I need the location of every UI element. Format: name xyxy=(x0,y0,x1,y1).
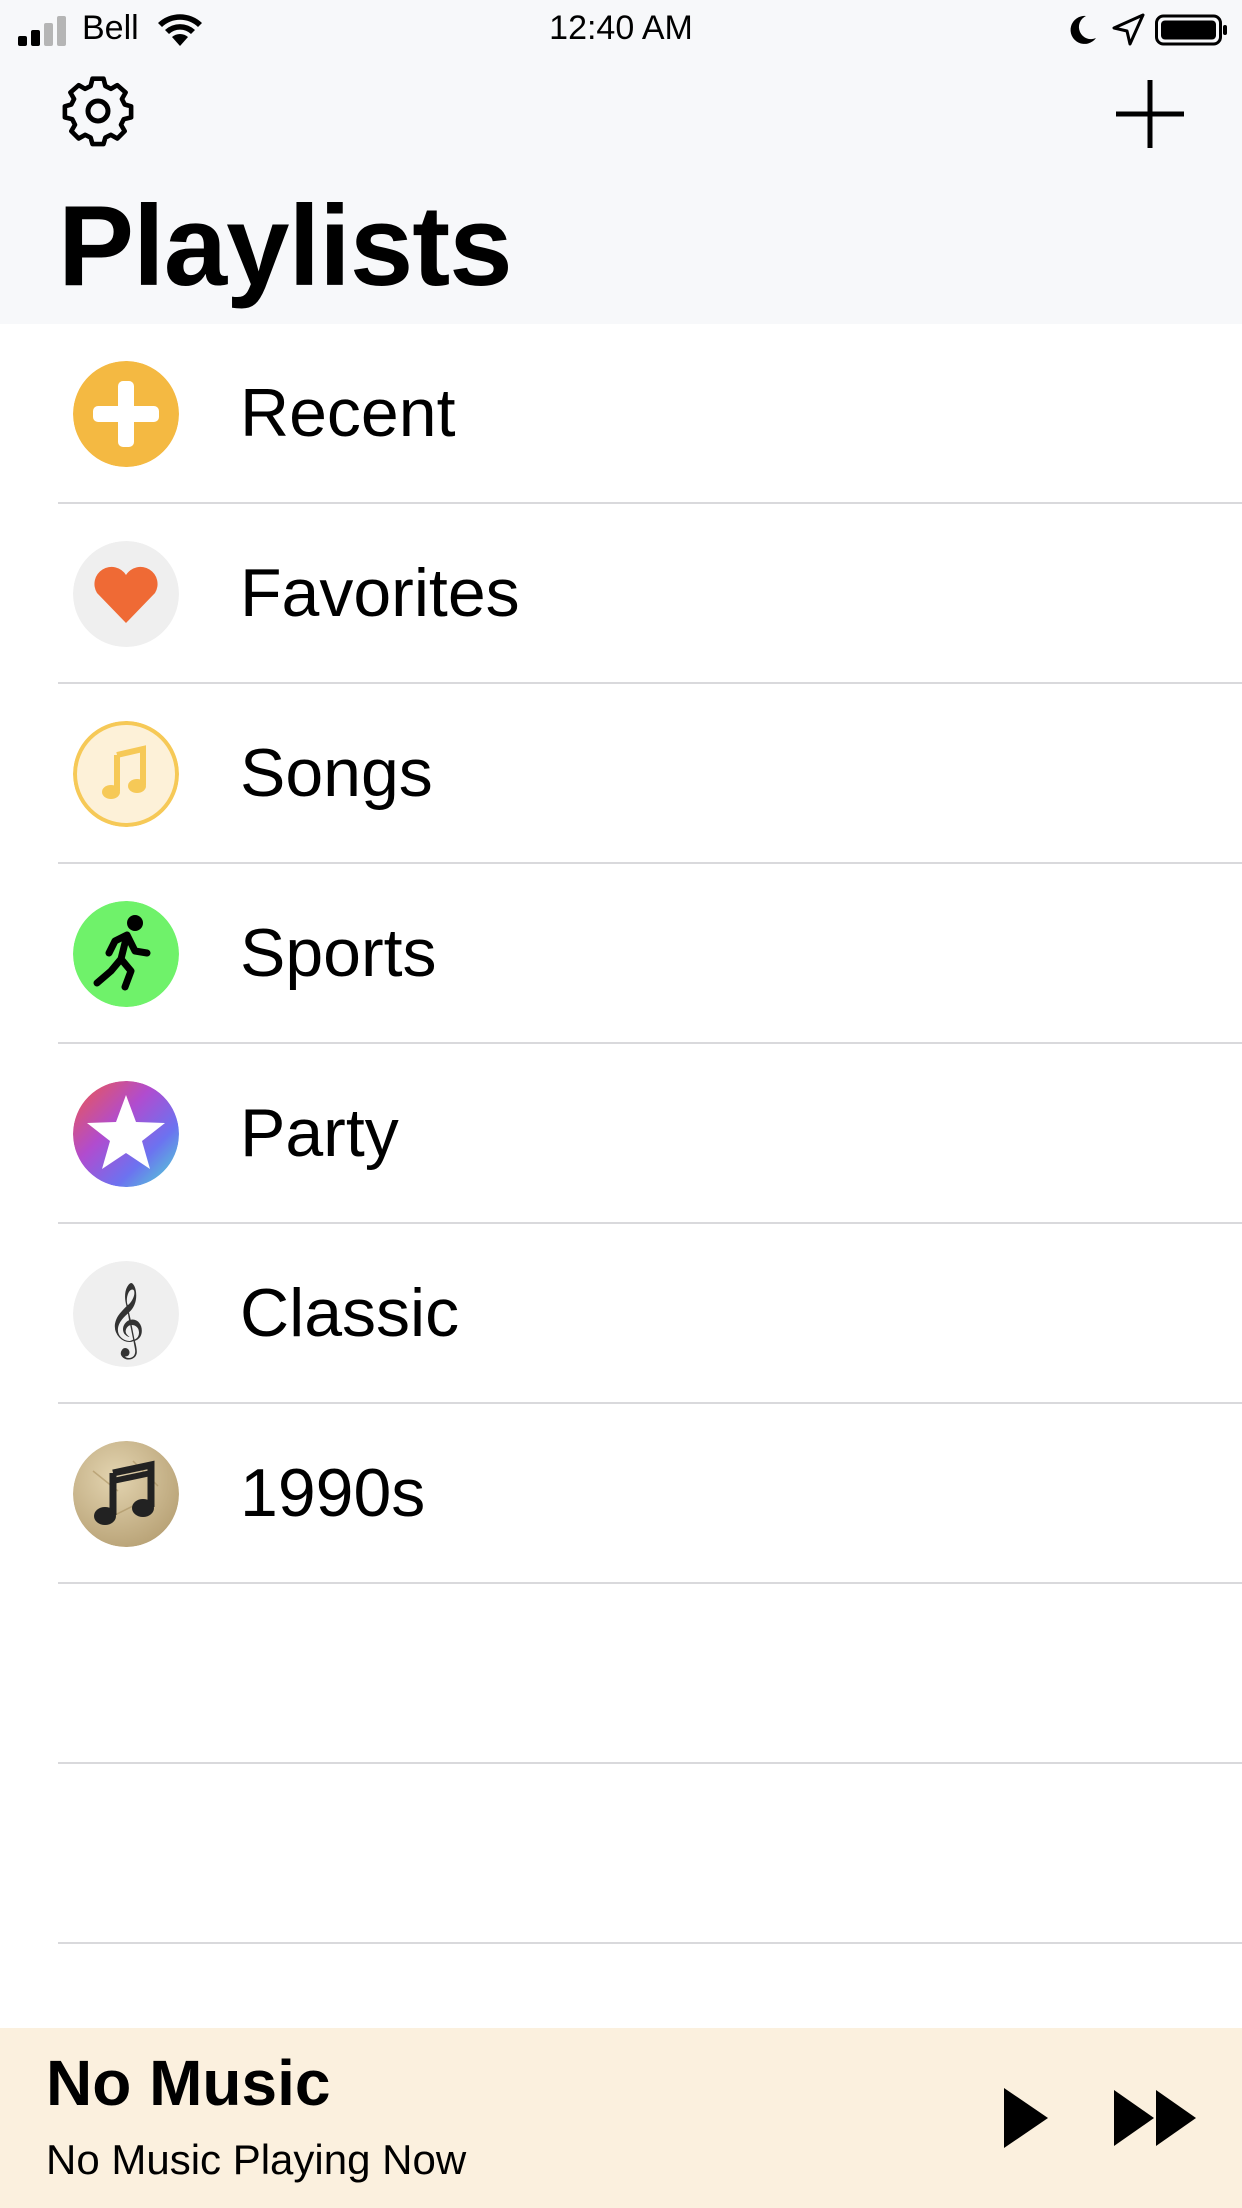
status-bar: Bell 12:40 AM xyxy=(0,0,1242,60)
star-icon xyxy=(73,1081,179,1187)
heart-icon xyxy=(73,541,179,647)
fast-forward-icon[interactable] xyxy=(1110,2078,1202,2158)
svg-text:𝄞: 𝄞 xyxy=(107,1283,145,1360)
playlist-label: Recent xyxy=(240,375,456,451)
playlist-label: 1990s xyxy=(240,1455,426,1531)
music-notes-icon xyxy=(73,1441,179,1547)
music-note-icon xyxy=(73,721,179,827)
now-playing-subtitle: No Music Playing Now xyxy=(46,2136,467,2183)
treble-clef-icon: 𝄞 xyxy=(73,1261,179,1367)
status-time: 12:40 AM xyxy=(549,9,693,47)
empty-row xyxy=(0,1764,1242,1944)
battery-icon xyxy=(1155,14,1227,46)
location-arrow-icon xyxy=(1112,13,1145,46)
header: Bell 12:40 AM Playlists xyxy=(0,0,1242,324)
runner-icon xyxy=(73,901,179,1007)
playlist-item-songs[interactable]: Songs xyxy=(0,684,1242,864)
playlist-item-party[interactable]: Party xyxy=(0,1044,1242,1224)
now-playing-title: No Music xyxy=(46,2047,331,2119)
playlist-item-classic[interactable]: 𝄞 Classic xyxy=(0,1224,1242,1404)
playlist-label: Favorites xyxy=(240,555,520,631)
playlist-item-sports[interactable]: Sports xyxy=(0,864,1242,1044)
playlist-label: Party xyxy=(240,1095,399,1171)
gear-icon[interactable] xyxy=(56,68,140,152)
playlist-item-recent[interactable]: Recent xyxy=(0,324,1242,504)
playlist-item-favorites[interactable]: Favorites xyxy=(0,504,1242,684)
playlist-label: Songs xyxy=(240,735,433,811)
empty-row xyxy=(0,1584,1242,1764)
plus-circle-icon xyxy=(73,361,179,467)
playlist-label: Sports xyxy=(240,915,437,991)
moon-icon xyxy=(1070,15,1096,44)
playlist-item-1990s[interactable]: 1990s xyxy=(0,1404,1242,1584)
divider xyxy=(58,1942,1242,1944)
plus-icon[interactable] xyxy=(1108,72,1192,156)
app-screen: Bell 12:40 AM Playlists Recent Favorites… xyxy=(0,0,1242,2208)
mini-player[interactable]: No Music No Music Playing Now xyxy=(0,2028,1242,2208)
playlist-label: Classic xyxy=(240,1275,460,1351)
page-title: Playlists xyxy=(58,183,513,310)
play-icon[interactable] xyxy=(996,2076,1056,2160)
playlist-list: Recent Favorites Songs Sports Party 𝄞 Cl… xyxy=(0,324,1242,1944)
